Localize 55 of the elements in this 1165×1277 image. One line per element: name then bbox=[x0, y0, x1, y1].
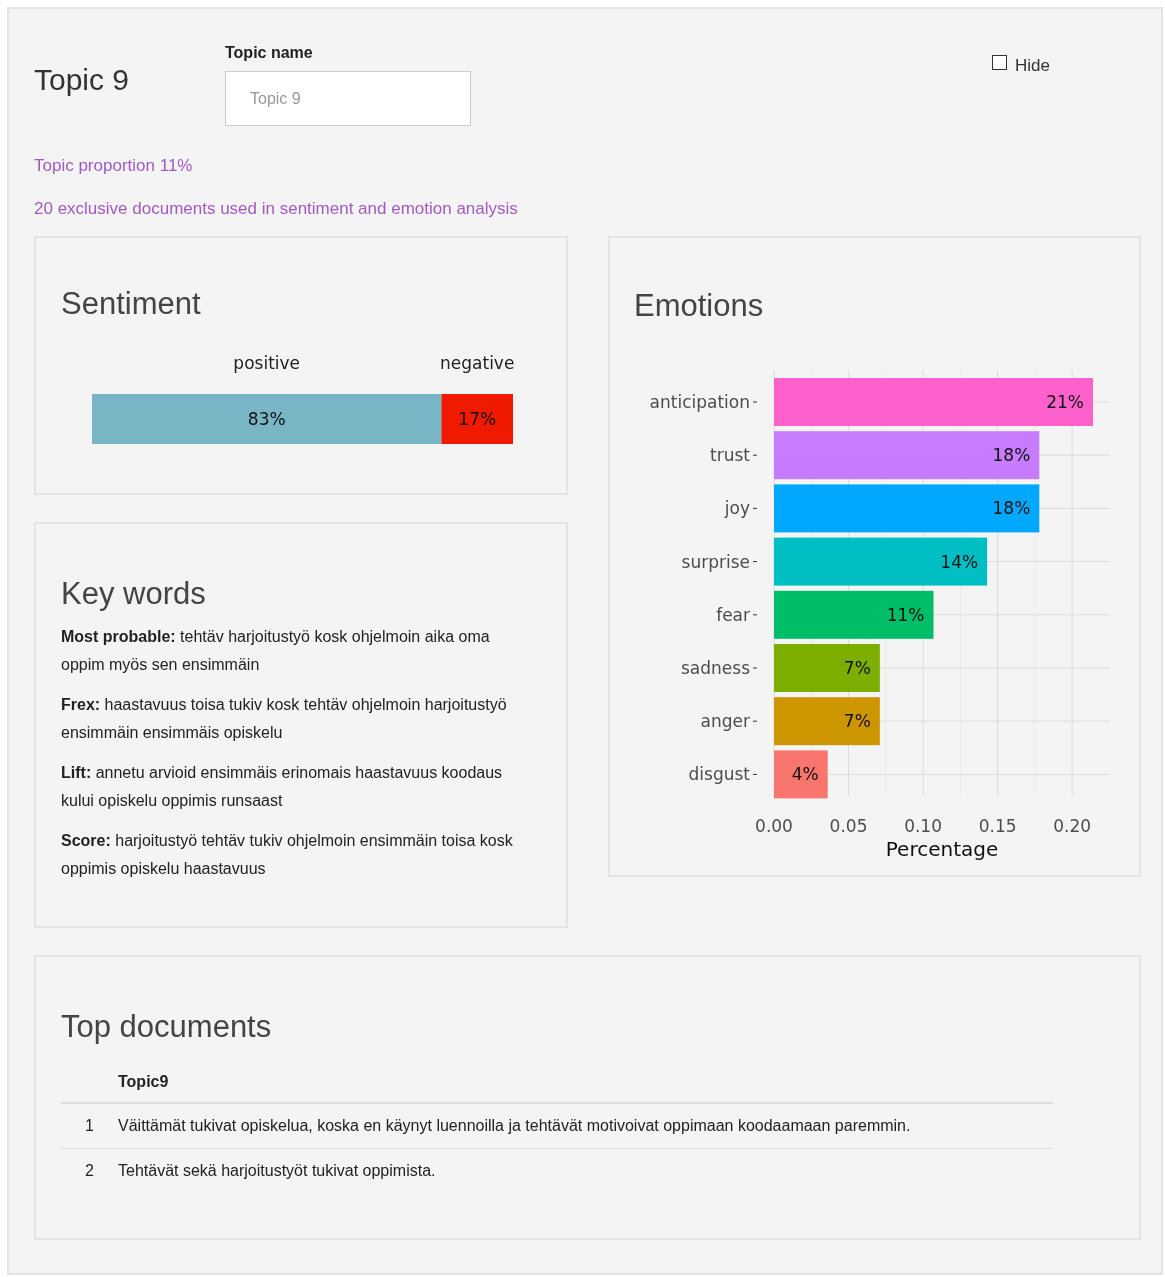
value-label: 17% bbox=[458, 408, 497, 429]
axis-tick-label: 0.20 bbox=[1053, 815, 1092, 836]
key-words-text: Lift: annetu arvioid ensimmäis erinomais haastavuus koodaus kului opiskelu oppimis runsaast bbox=[61, 762, 504, 811]
category-label: disgust bbox=[688, 763, 750, 784]
tick-mark bbox=[752, 401, 758, 402]
value-label: 4% bbox=[791, 763, 819, 784]
tick-mark bbox=[752, 613, 758, 615]
row-number: 1 bbox=[85, 1116, 94, 1134]
category-label: sadness bbox=[681, 657, 750, 678]
axis-tick-label: 0.00 bbox=[755, 815, 793, 836]
table-cell: Tehtävät sekä harjoitustyöt tukivat oppimista. bbox=[118, 1161, 436, 1179]
value-label: 7% bbox=[843, 710, 871, 731]
tick-mark bbox=[752, 720, 758, 722]
info-text: 20 exclusive documents used in sentiment and emotion analysis bbox=[34, 198, 518, 220]
value-label: 11% bbox=[886, 604, 925, 625]
card-title: Key words bbox=[61, 577, 206, 609]
segment-label: positive bbox=[233, 352, 301, 373]
value-label: 83% bbox=[247, 408, 286, 429]
topic-title: Topic 9 bbox=[34, 62, 131, 95]
value-label: 7% bbox=[843, 657, 871, 678]
category-label: fear bbox=[716, 604, 750, 625]
axis-title: Percentage bbox=[885, 836, 999, 861]
tick-mark bbox=[752, 773, 758, 775]
value-label: 18% bbox=[992, 497, 1031, 518]
table-cell: Väittämät tukivat opiskelua, koska en käynyt luennoilla ja tehtävät motivoivat oppimaan koodaamaan paremmin. bbox=[118, 1116, 911, 1134]
emotion-bar bbox=[774, 749, 828, 798]
value-label: 21% bbox=[1046, 391, 1084, 412]
axis-tick-label: 0.15 bbox=[978, 815, 1017, 836]
column-header: Topic9 bbox=[118, 1072, 169, 1090]
key-words-text: Score: harjoitustyö tehtäv tukiv ohjelmoin ensimmäin toisa kosk oppimis opiskelu haastavuus bbox=[61, 830, 514, 879]
category-label: anticipation bbox=[649, 391, 750, 412]
axis-tick-label: 0.05 bbox=[829, 815, 868, 836]
tick-mark bbox=[752, 454, 758, 456]
info-text: Topic proportion 11% bbox=[34, 155, 193, 177]
value-label: 14% bbox=[940, 551, 979, 572]
topic-name-field[interactable]: Topic 9 bbox=[225, 71, 471, 126]
category-label: surprise bbox=[681, 551, 750, 572]
field-label: Topic name bbox=[225, 43, 313, 63]
category-label: trust bbox=[710, 444, 750, 465]
card-title: Emotions bbox=[634, 289, 764, 321]
hide-label: Hide bbox=[1015, 55, 1050, 77]
segment-label: negative bbox=[440, 352, 515, 373]
category-label: anger bbox=[700, 710, 750, 731]
key-words-text: Frex: haastavuus toisa tukiv kosk tehtäv ohjelmoin harjoitustyö ensimmäin ensimmäis opiskelu bbox=[61, 694, 508, 743]
card-title: Sentiment bbox=[61, 287, 201, 319]
card-title: Top documents bbox=[61, 1010, 272, 1042]
tick-mark bbox=[752, 507, 758, 509]
category-label: joy bbox=[724, 497, 750, 518]
tick-mark bbox=[752, 560, 758, 562]
row-number: 2 bbox=[85, 1161, 94, 1179]
tick-mark bbox=[752, 667, 758, 668]
hide-checkbox[interactable] bbox=[992, 55, 1008, 70]
key-words-text: Most probable: tehtäv harjoitustyö kosk ohjelmoin aika oma oppim myös sen ensimmäin bbox=[61, 626, 491, 675]
value-label: 18% bbox=[992, 444, 1031, 465]
axis-tick-label: 0.10 bbox=[904, 815, 942, 836]
